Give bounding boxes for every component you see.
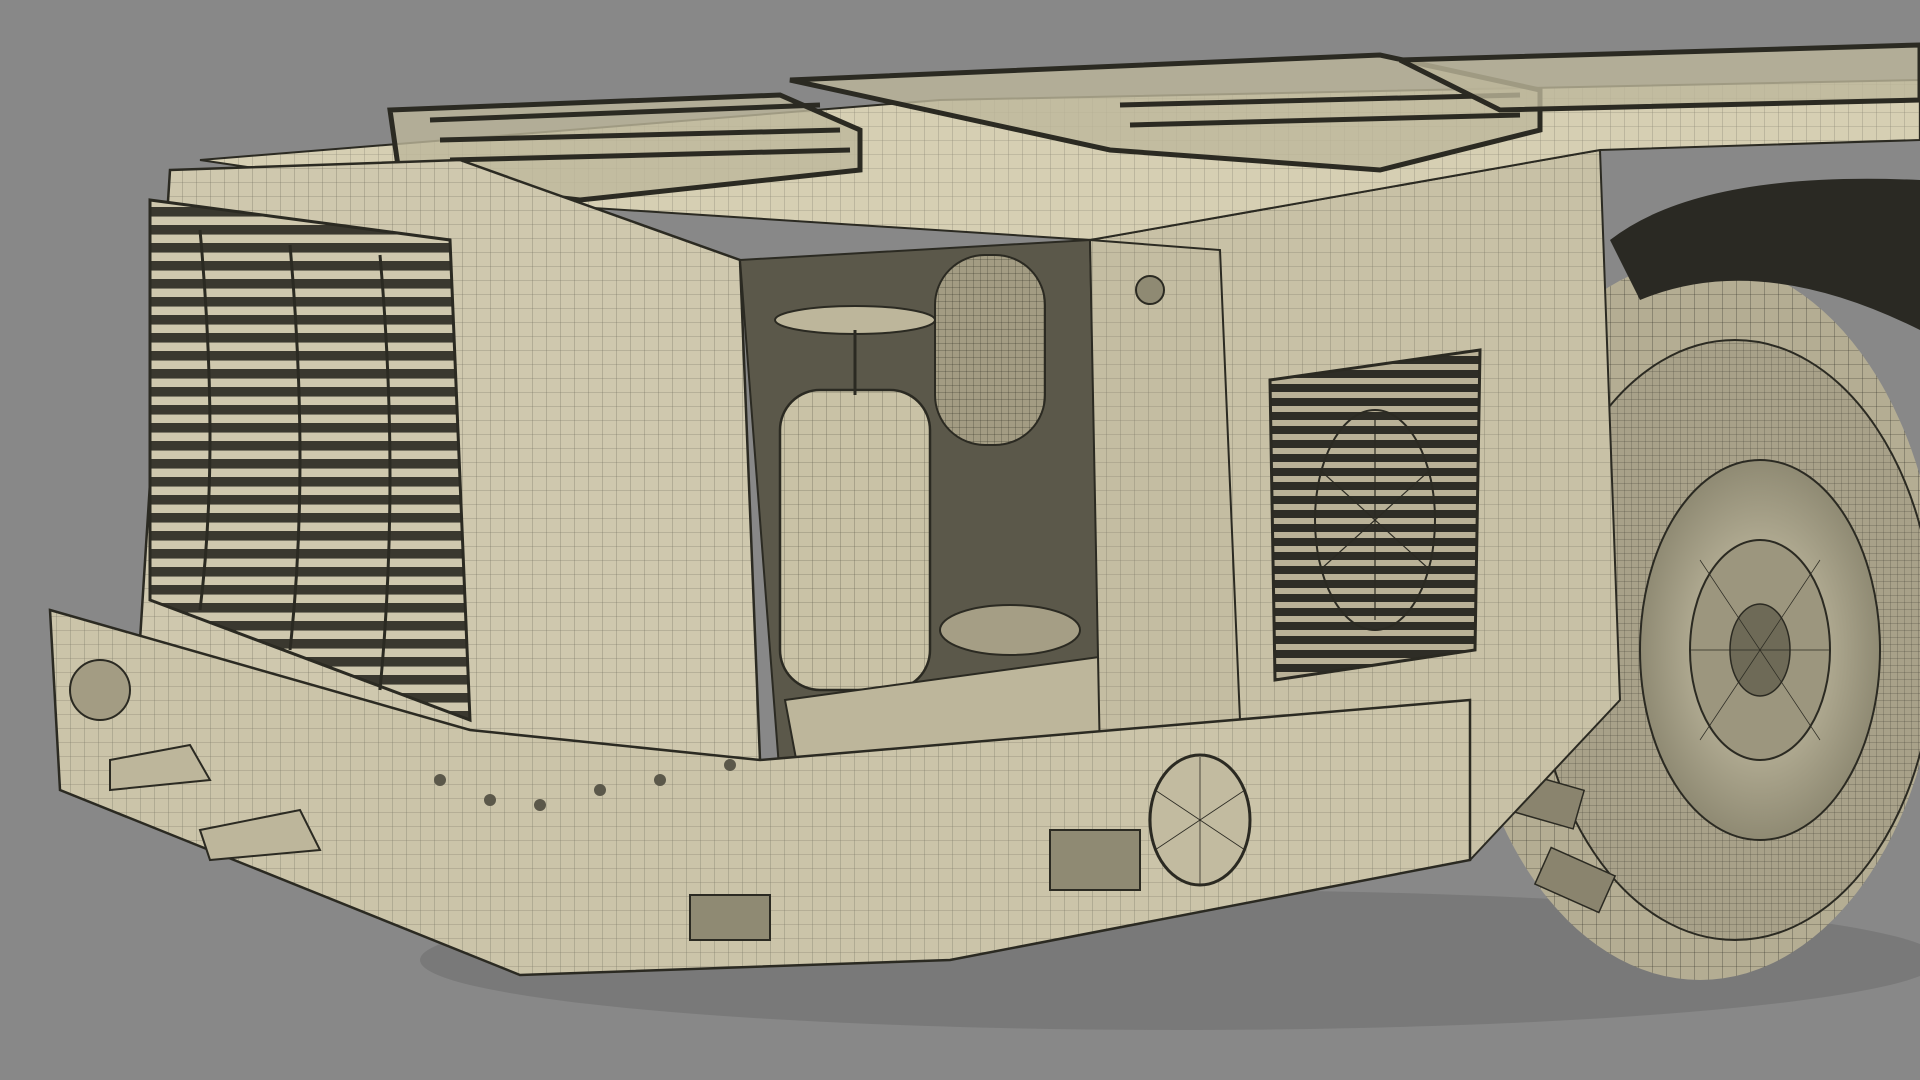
loader-wireframe-render bbox=[48, 42, 1920, 1030]
side-panel bbox=[1088, 238, 1242, 762]
viewport bbox=[0, 0, 1920, 1080]
side-radiator bbox=[1268, 348, 1482, 682]
